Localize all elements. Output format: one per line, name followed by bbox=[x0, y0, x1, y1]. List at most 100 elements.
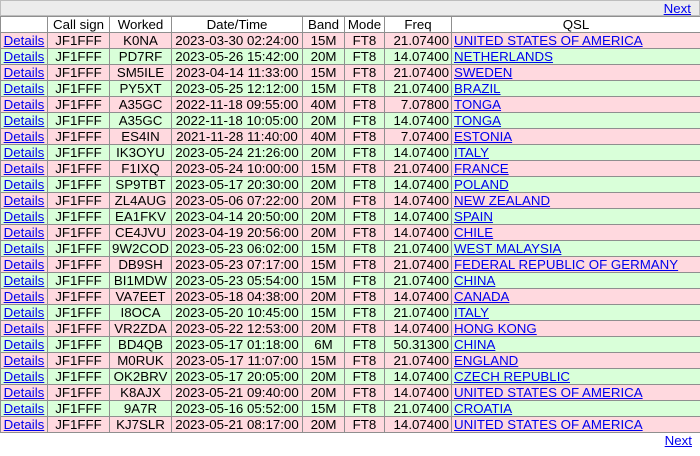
qsl-link[interactable]: NEW ZEALAND bbox=[454, 194, 550, 208]
qsl-link[interactable]: WEST MALAYSIA bbox=[454, 242, 561, 256]
mode-cell: FT8 bbox=[344, 208, 385, 225]
table-row: Details JF1FFF M0RUK 2023-05-17 11:07:00 15M… bbox=[0, 352, 700, 369]
details-cell: Details bbox=[0, 336, 48, 353]
worked-cell: VR2ZDA bbox=[109, 320, 172, 337]
worked-cell: PY5XT bbox=[109, 80, 172, 97]
table-row: Details JF1FFF A35GC 2022-11-18 09:55:00 40M… bbox=[0, 96, 700, 113]
band-cell: 6M bbox=[302, 336, 345, 353]
header-details bbox=[0, 16, 48, 33]
worked-cell: K0NA bbox=[109, 32, 172, 49]
freq-cell: 21.07400 bbox=[384, 352, 452, 369]
details-link[interactable]: Details bbox=[4, 242, 45, 256]
worked-cell: A35GC bbox=[109, 112, 172, 129]
qsl-link[interactable]: NETHERLANDS bbox=[454, 50, 553, 64]
details-link[interactable]: Details bbox=[4, 98, 45, 112]
qsl-link[interactable]: HONG KONG bbox=[454, 322, 537, 336]
qsl-link[interactable]: ESTONIA bbox=[454, 130, 512, 144]
freq-cell: 14.07400 bbox=[384, 416, 452, 433]
datetime-cell: 2023-05-22 12:53:00 bbox=[171, 320, 303, 337]
datetime-cell: 2023-04-14 20:50:00 bbox=[171, 208, 303, 225]
call-sign-cell: JF1FFF bbox=[47, 48, 110, 65]
details-link[interactable]: Details bbox=[4, 34, 45, 48]
details-link[interactable]: Details bbox=[4, 338, 45, 352]
qsl-link[interactable]: CANADA bbox=[454, 290, 509, 304]
details-link[interactable]: Details bbox=[4, 322, 45, 336]
next-page-link-top[interactable]: Next bbox=[664, 1, 691, 16]
table-row: Details JF1FFF DB9SH 2023-05-23 07:17:00 15M… bbox=[0, 256, 700, 273]
details-link[interactable]: Details bbox=[4, 370, 45, 384]
details-link[interactable]: Details bbox=[4, 226, 45, 240]
datetime-cell: 2023-05-23 05:54:00 bbox=[171, 272, 303, 289]
datetime-cell: 2023-05-21 09:40:00 bbox=[171, 384, 303, 401]
qsl-link[interactable]: CHILE bbox=[454, 226, 493, 240]
datetime-cell: 2023-05-21 08:17:00 bbox=[171, 416, 303, 433]
qsl-link[interactable]: BRAZIL bbox=[454, 82, 501, 96]
next-page-link-bottom[interactable]: Next bbox=[665, 433, 692, 448]
details-link[interactable]: Details bbox=[4, 194, 45, 208]
qsl-link[interactable]: TONGA bbox=[454, 114, 501, 128]
details-link[interactable]: Details bbox=[4, 402, 45, 416]
details-link[interactable]: Details bbox=[4, 66, 45, 80]
header-call-sign: Call sign bbox=[47, 16, 110, 33]
qsl-cell: CHINA bbox=[451, 336, 700, 353]
details-link[interactable]: Details bbox=[4, 146, 45, 160]
qsl-link[interactable]: UNITED STATES OF AMERICA bbox=[454, 418, 643, 432]
details-link[interactable]: Details bbox=[4, 354, 45, 368]
details-link[interactable]: Details bbox=[4, 274, 45, 288]
details-link[interactable]: Details bbox=[4, 82, 45, 96]
qsl-link[interactable]: POLAND bbox=[454, 178, 509, 192]
qsl-link[interactable]: CHINA bbox=[454, 338, 495, 352]
details-link[interactable]: Details bbox=[4, 306, 45, 320]
mode-cell: FT8 bbox=[344, 352, 385, 369]
qsl-link[interactable]: ITALY bbox=[454, 146, 489, 160]
table-row: Details JF1FFF PY5XT 2023-05-25 12:12:00 15M… bbox=[0, 80, 700, 97]
qsl-link[interactable]: ENGLAND bbox=[454, 354, 518, 368]
details-link[interactable]: Details bbox=[4, 50, 45, 64]
mode-cell: FT8 bbox=[344, 368, 385, 385]
details-link[interactable]: Details bbox=[4, 210, 45, 224]
freq-cell: 14.07400 bbox=[384, 192, 452, 209]
freq-cell: 14.07400 bbox=[384, 320, 452, 337]
band-cell: 15M bbox=[302, 352, 345, 369]
freq-cell: 21.07400 bbox=[384, 160, 452, 177]
mode-cell: FT8 bbox=[344, 336, 385, 353]
worked-cell: KJ7SLR bbox=[109, 416, 172, 433]
details-link[interactable]: Details bbox=[4, 130, 45, 144]
datetime-cell: 2023-05-18 04:38:00 bbox=[171, 288, 303, 305]
details-link[interactable]: Details bbox=[4, 258, 45, 272]
freq-cell: 50.31300 bbox=[384, 336, 452, 353]
qsl-link[interactable]: SPAIN bbox=[454, 210, 493, 224]
qsl-link[interactable]: FEDERAL REPUBLIC OF GERMANY bbox=[454, 258, 678, 272]
qsl-cell: CROATIA bbox=[451, 400, 700, 417]
table-row: Details JF1FFF ES4IN 2021-11-28 11:40:00 40M… bbox=[0, 128, 700, 145]
details-link[interactable]: Details bbox=[4, 162, 45, 176]
worked-cell: VA7EET bbox=[109, 288, 172, 305]
datetime-cell: 2023-05-23 06:02:00 bbox=[171, 240, 303, 257]
details-link[interactable]: Details bbox=[4, 418, 45, 432]
header-mode: Mode bbox=[344, 16, 385, 33]
details-cell: Details bbox=[0, 128, 48, 145]
details-link[interactable]: Details bbox=[4, 178, 45, 192]
worked-cell: 9W2COD bbox=[109, 240, 172, 257]
details-link[interactable]: Details bbox=[4, 290, 45, 304]
details-link[interactable]: Details bbox=[4, 114, 45, 128]
qsl-link[interactable]: FRANCE bbox=[454, 162, 509, 176]
call-sign-cell: JF1FFF bbox=[47, 96, 110, 113]
qsl-link[interactable]: TONGA bbox=[454, 98, 501, 112]
qsl-link[interactable]: UNITED STATES OF AMERICA bbox=[454, 386, 643, 400]
details-cell: Details bbox=[0, 32, 48, 49]
table-row: Details JF1FFF A35GC 2022-11-18 10:05:00 20M… bbox=[0, 112, 700, 129]
qsl-link[interactable]: CZECH REPUBLIC bbox=[454, 370, 570, 384]
qsl-link[interactable]: UNITED STATES OF AMERICA bbox=[454, 34, 643, 48]
qsl-link[interactable]: SWEDEN bbox=[454, 66, 512, 80]
details-link[interactable]: Details bbox=[4, 386, 45, 400]
datetime-cell: 2023-05-20 10:45:00 bbox=[171, 304, 303, 321]
worked-cell: CE4JVU bbox=[109, 224, 172, 241]
qsl-link[interactable]: ITALY bbox=[454, 306, 489, 320]
mode-cell: FT8 bbox=[344, 64, 385, 81]
qsl-link[interactable]: CHINA bbox=[454, 274, 495, 288]
details-cell: Details bbox=[0, 272, 48, 289]
table-row: Details JF1FFF 9W2COD 2023-05-23 06:02:00 15… bbox=[0, 240, 700, 257]
qsl-link[interactable]: CROATIA bbox=[454, 402, 512, 416]
qsl-cell: CHINA bbox=[451, 272, 700, 289]
